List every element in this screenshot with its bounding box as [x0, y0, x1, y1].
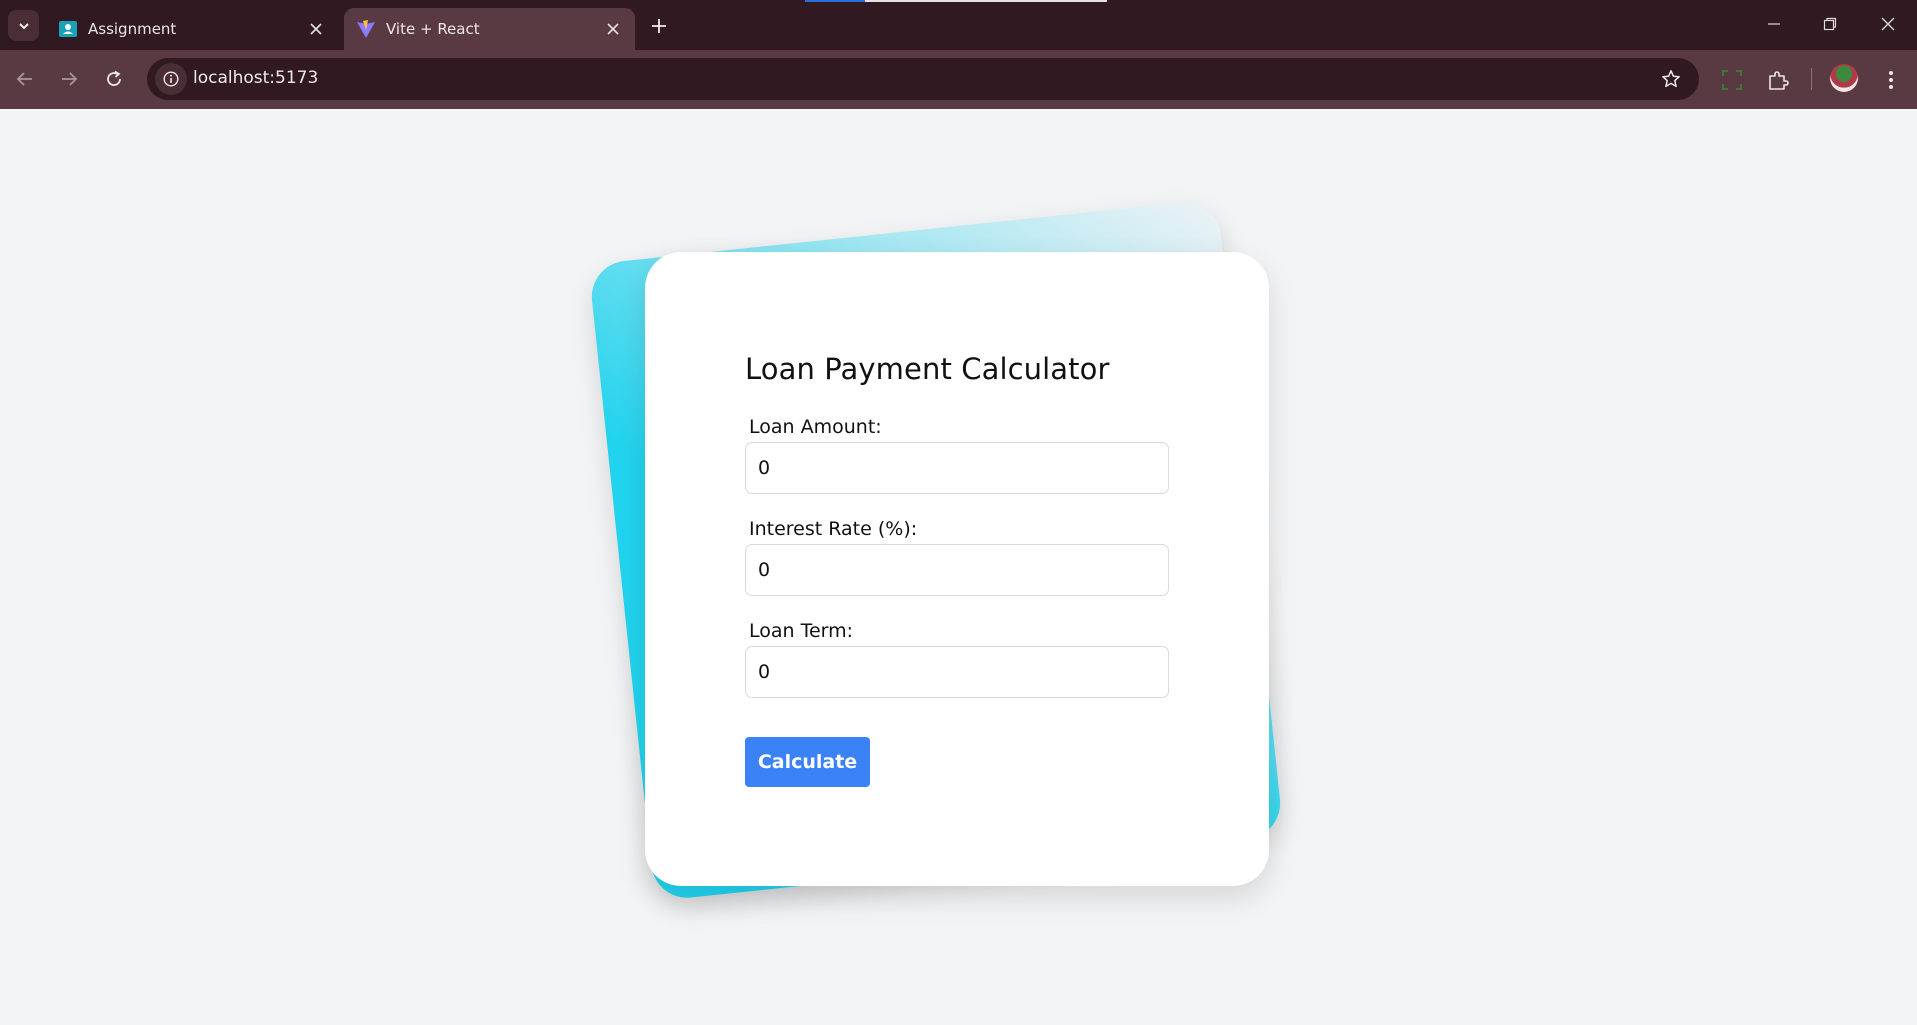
- minimize-icon: [1768, 23, 1780, 25]
- close-icon: [310, 23, 322, 35]
- restore-button[interactable]: [1807, 6, 1853, 42]
- tab-assignment[interactable]: Assignment: [46, 8, 338, 50]
- restore-icon: [1823, 17, 1837, 31]
- interest-rate-label: Interest Rate (%):: [749, 518, 918, 540]
- vite-icon: [356, 19, 376, 39]
- bookmark-button[interactable]: [1659, 67, 1683, 91]
- toolbar-divider: [1811, 68, 1812, 90]
- menu-button[interactable]: [1876, 65, 1906, 95]
- forward-button[interactable]: [52, 62, 86, 96]
- classroom-icon: [58, 19, 78, 39]
- screenshot-button[interactable]: [1717, 65, 1747, 95]
- loan-term-label: Loan Term:: [749, 620, 854, 642]
- window-close-button[interactable]: [1865, 6, 1911, 42]
- new-tab-button[interactable]: [645, 12, 673, 40]
- reload-icon: [107, 70, 121, 86]
- browser-titlebar: Assignment Vite + React: [0, 0, 1917, 50]
- calculator-card: Loan Payment Calculator Loan Amount: Int…: [645, 252, 1269, 886]
- info-icon: [163, 71, 179, 87]
- extensions-button[interactable]: [1763, 65, 1793, 95]
- arrow-right-icon: [62, 72, 78, 86]
- loan-amount-label: Loan Amount:: [749, 416, 882, 438]
- page-title: Loan Payment Calculator: [745, 352, 1110, 386]
- chevron-down-icon: [18, 22, 29, 29]
- more-vertical-icon: [1889, 71, 1893, 89]
- site-info-button[interactable]: [155, 63, 187, 95]
- tab-search-button[interactable]: [8, 10, 39, 41]
- arrow-left-icon: [16, 72, 32, 86]
- browser-toolbar: localhost:5173: [0, 50, 1917, 109]
- minimize-button[interactable]: [1751, 6, 1797, 42]
- tab-title: Vite + React: [386, 20, 480, 38]
- address-bar[interactable]: localhost:5173: [147, 58, 1699, 100]
- back-button[interactable]: [8, 62, 42, 96]
- puzzle-icon: [1769, 71, 1789, 90]
- tab-vite-react[interactable]: Vite + React: [344, 8, 635, 50]
- calculate-button[interactable]: Calculate: [745, 737, 870, 787]
- loan-term-input[interactable]: [745, 646, 1169, 698]
- loading-indicator: [805, 0, 1107, 2]
- interest-rate-input[interactable]: [745, 544, 1169, 596]
- screenshot-icon: [1722, 70, 1742, 90]
- close-tab-button[interactable]: [302, 15, 330, 43]
- close-icon: [1881, 17, 1895, 31]
- tab-title: Assignment: [88, 20, 177, 38]
- star-icon: [1662, 70, 1680, 88]
- close-icon: [607, 23, 619, 35]
- close-tab-button[interactable]: [599, 15, 627, 43]
- loan-amount-input[interactable]: [745, 442, 1169, 494]
- plus-icon: [652, 19, 666, 33]
- reload-button[interactable]: [97, 62, 131, 96]
- profile-avatar[interactable]: [1830, 64, 1858, 92]
- url-text: localhost:5173: [193, 68, 319, 88]
